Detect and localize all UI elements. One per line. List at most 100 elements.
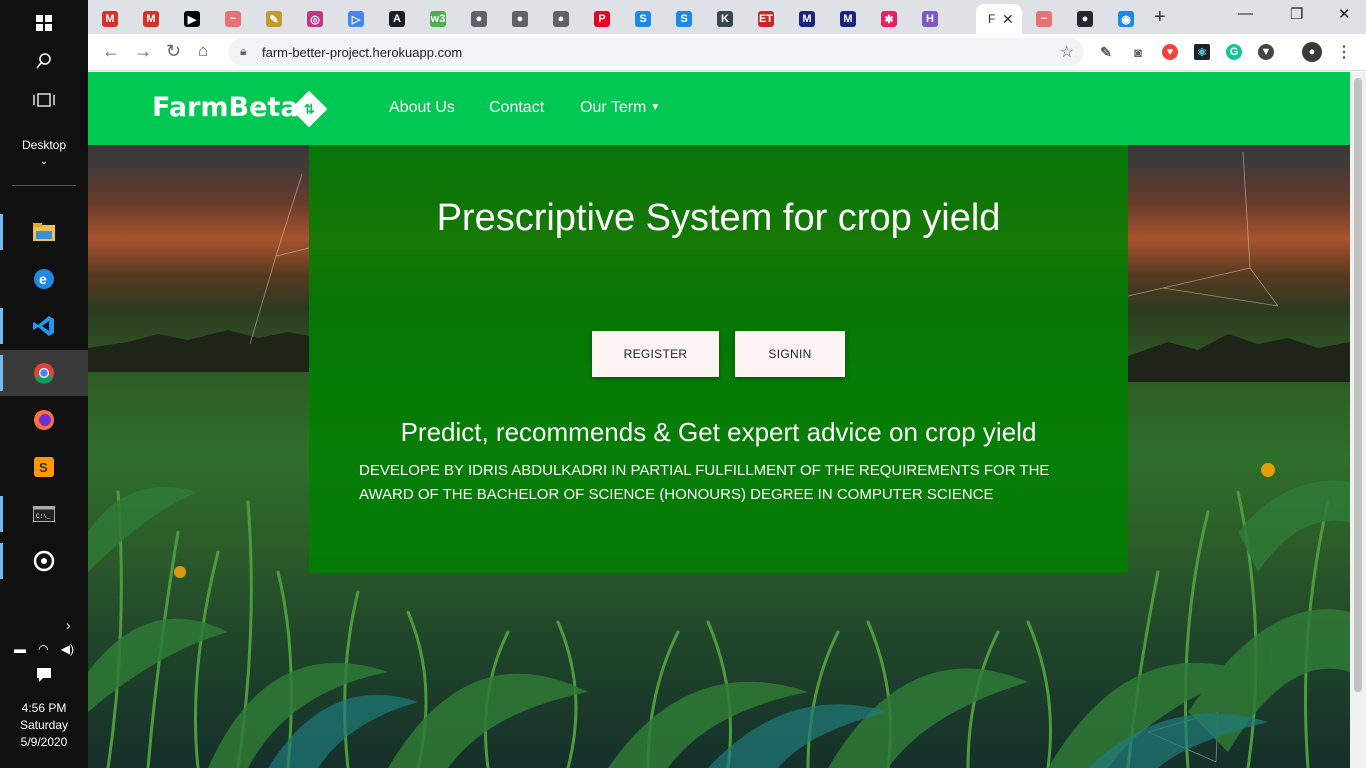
- browser-tab[interactable]: M: [94, 4, 118, 34]
- browser-tab[interactable]: M: [135, 4, 159, 34]
- taskbar-firefox[interactable]: [0, 397, 88, 443]
- browser-tab[interactable]: ✎: [258, 4, 282, 34]
- terminal-icon: C:\_: [33, 506, 55, 522]
- nav-our-term-label: Our Term: [580, 99, 647, 116]
- nav-our-term-dropdown[interactable]: Our Term ▼: [580, 99, 660, 117]
- browser-toolbar: ← → ↻ ⌂ 🔒︎ farm-better-project.herokuapp…: [88, 34, 1366, 71]
- home-icon[interactable]: ⌂: [198, 41, 208, 61]
- register-button[interactable]: REGISTER: [592, 331, 719, 377]
- tab-active[interactable]: F ✕: [976, 4, 1022, 34]
- browser-tab[interactable]: S: [668, 4, 692, 34]
- browser-tab[interactable]: P: [586, 4, 610, 34]
- browser-tab[interactable]: ◎: [299, 4, 323, 34]
- browser-tab[interactable]: w3: [422, 4, 446, 34]
- hashnode-icon: H: [922, 11, 938, 27]
- windows-icon: [36, 15, 52, 31]
- nav-about-us[interactable]: About Us: [389, 99, 455, 117]
- w3schools-icon: w3: [430, 11, 446, 27]
- medium-icon: M: [799, 11, 815, 27]
- page-viewport: FarmBeta ⇅ About Us Contact Our Term ▼ Pr…: [88, 72, 1350, 768]
- browser-tab[interactable]: A: [381, 4, 405, 34]
- signin-button[interactable]: SIGNIN: [735, 331, 845, 377]
- browser-tab[interactable]: ●: [545, 4, 569, 34]
- site-icon: ✎: [266, 11, 282, 27]
- taskbar-chrome[interactable]: [0, 350, 88, 396]
- globe-icon: ●: [471, 11, 487, 27]
- close-window-button[interactable]: ✕: [1338, 5, 1351, 23]
- page-title: Prescriptive System for crop yield: [436, 197, 1001, 239]
- browser-tab[interactable]: ▶: [176, 4, 200, 34]
- chrome-icon: [34, 363, 54, 384]
- taskbar-sublime[interactable]: S: [0, 444, 88, 490]
- browser-tab[interactable]: ~: [217, 4, 241, 34]
- pocket-icon[interactable]: ♥: [1162, 44, 1178, 60]
- github-icon: ●: [1077, 11, 1093, 27]
- shield-icon[interactable]: ▼: [1258, 44, 1274, 60]
- bookmark-star-icon[interactable]: ☆: [1060, 42, 1074, 62]
- lock-icon[interactable]: 🔒︎: [240, 44, 246, 59]
- browser-tab[interactable]: H: [914, 4, 938, 34]
- forward-icon[interactable]: →: [134, 41, 152, 62]
- eyedropper-icon[interactable]: ✎: [1098, 44, 1114, 60]
- browser-tab[interactable]: M: [832, 4, 856, 34]
- taskbar-file-explorer[interactable]: [0, 209, 88, 255]
- avatar[interactable]: ●: [1302, 42, 1322, 62]
- notification-icon: [37, 668, 51, 682]
- close-icon[interactable]: ✕: [1002, 11, 1014, 28]
- task-view-button[interactable]: [0, 77, 88, 123]
- svg-text:C:\_: C:\_: [36, 513, 51, 520]
- browser-tab[interactable]: ●: [1069, 4, 1093, 34]
- medium-icon: M: [840, 11, 856, 27]
- browser-tab[interactable]: ◉: [1110, 4, 1134, 34]
- reload-icon[interactable]: ↻: [166, 41, 181, 62]
- minimize-button[interactable]: —: [1238, 5, 1253, 22]
- clock[interactable]: 4:56 PM Saturday 5/9/2020: [0, 700, 88, 751]
- browser-tab[interactable]: ~: [1028, 4, 1052, 34]
- edge-icon: e: [34, 269, 54, 289]
- browser-tab[interactable]: M: [791, 4, 815, 34]
- page-scrollbar[interactable]: [1350, 72, 1366, 768]
- hero-panel: Prescriptive System for crop yield REGIS…: [309, 145, 1128, 573]
- menu-icon[interactable]: ⋮: [1336, 44, 1352, 61]
- browser-tab[interactable]: ✱: [873, 4, 897, 34]
- sublime-icon: S: [34, 457, 54, 477]
- chevron-down-icon[interactable]: ⌄: [0, 156, 88, 167]
- desktop-label[interactable]: Desktop: [0, 138, 88, 152]
- taskbar-app[interactable]: [0, 538, 88, 584]
- hero-subtitle: Predict, recommends & Get expert advice …: [400, 417, 1037, 447]
- grammarly-icon[interactable]: G: [1226, 44, 1242, 60]
- address-bar[interactable]: 🔒︎ farm-better-project.herokuapp.com ☆: [228, 38, 1084, 66]
- taskbar-vscode[interactable]: [0, 303, 88, 349]
- svg-text:S: S: [39, 460, 48, 475]
- globe-icon: ●: [512, 11, 528, 27]
- browser-tab[interactable]: ●: [504, 4, 528, 34]
- scrollbar-thumb[interactable]: [1354, 78, 1362, 692]
- site-icon: ◉: [1118, 11, 1134, 27]
- browser-tab[interactable]: K: [709, 4, 733, 34]
- brand-logo[interactable]: FarmBeta: [152, 92, 299, 123]
- task-view-icon: [33, 93, 55, 107]
- browser-tab[interactable]: ▷: [340, 4, 364, 34]
- divider: [12, 185, 76, 186]
- maximize-button[interactable]: ❐: [1290, 5, 1303, 23]
- back-icon[interactable]: ←: [102, 41, 120, 62]
- react-devtools-icon[interactable]: ⚛: [1194, 44, 1210, 60]
- gmail-icon: M: [143, 11, 159, 27]
- code-icon: A: [389, 11, 405, 27]
- action-center-button[interactable]: [0, 652, 88, 698]
- clock-time: 4:56 PM: [21, 701, 67, 715]
- browser-tab[interactable]: ET: [750, 4, 774, 34]
- author-note: DEVELOPE BY IDRIS ABDULKADRI IN PARTIAL …: [359, 462, 1050, 503]
- nav-contact[interactable]: Contact: [489, 99, 544, 117]
- taskbar-terminal[interactable]: C:\_: [0, 491, 88, 537]
- camera-icon[interactable]: ◙: [1130, 44, 1146, 60]
- svg-text:e: e: [39, 271, 47, 287]
- browser-tab[interactable]: ●: [463, 4, 487, 34]
- browser-tab[interactable]: S: [627, 4, 651, 34]
- site-icon: ~: [1036, 11, 1052, 27]
- new-tab-button[interactable]: +: [1154, 6, 1166, 29]
- site-icon: ✱: [881, 11, 897, 27]
- taskbar-edge[interactable]: e: [0, 256, 88, 302]
- target-icon: [33, 550, 55, 572]
- tab-title: F: [988, 12, 996, 26]
